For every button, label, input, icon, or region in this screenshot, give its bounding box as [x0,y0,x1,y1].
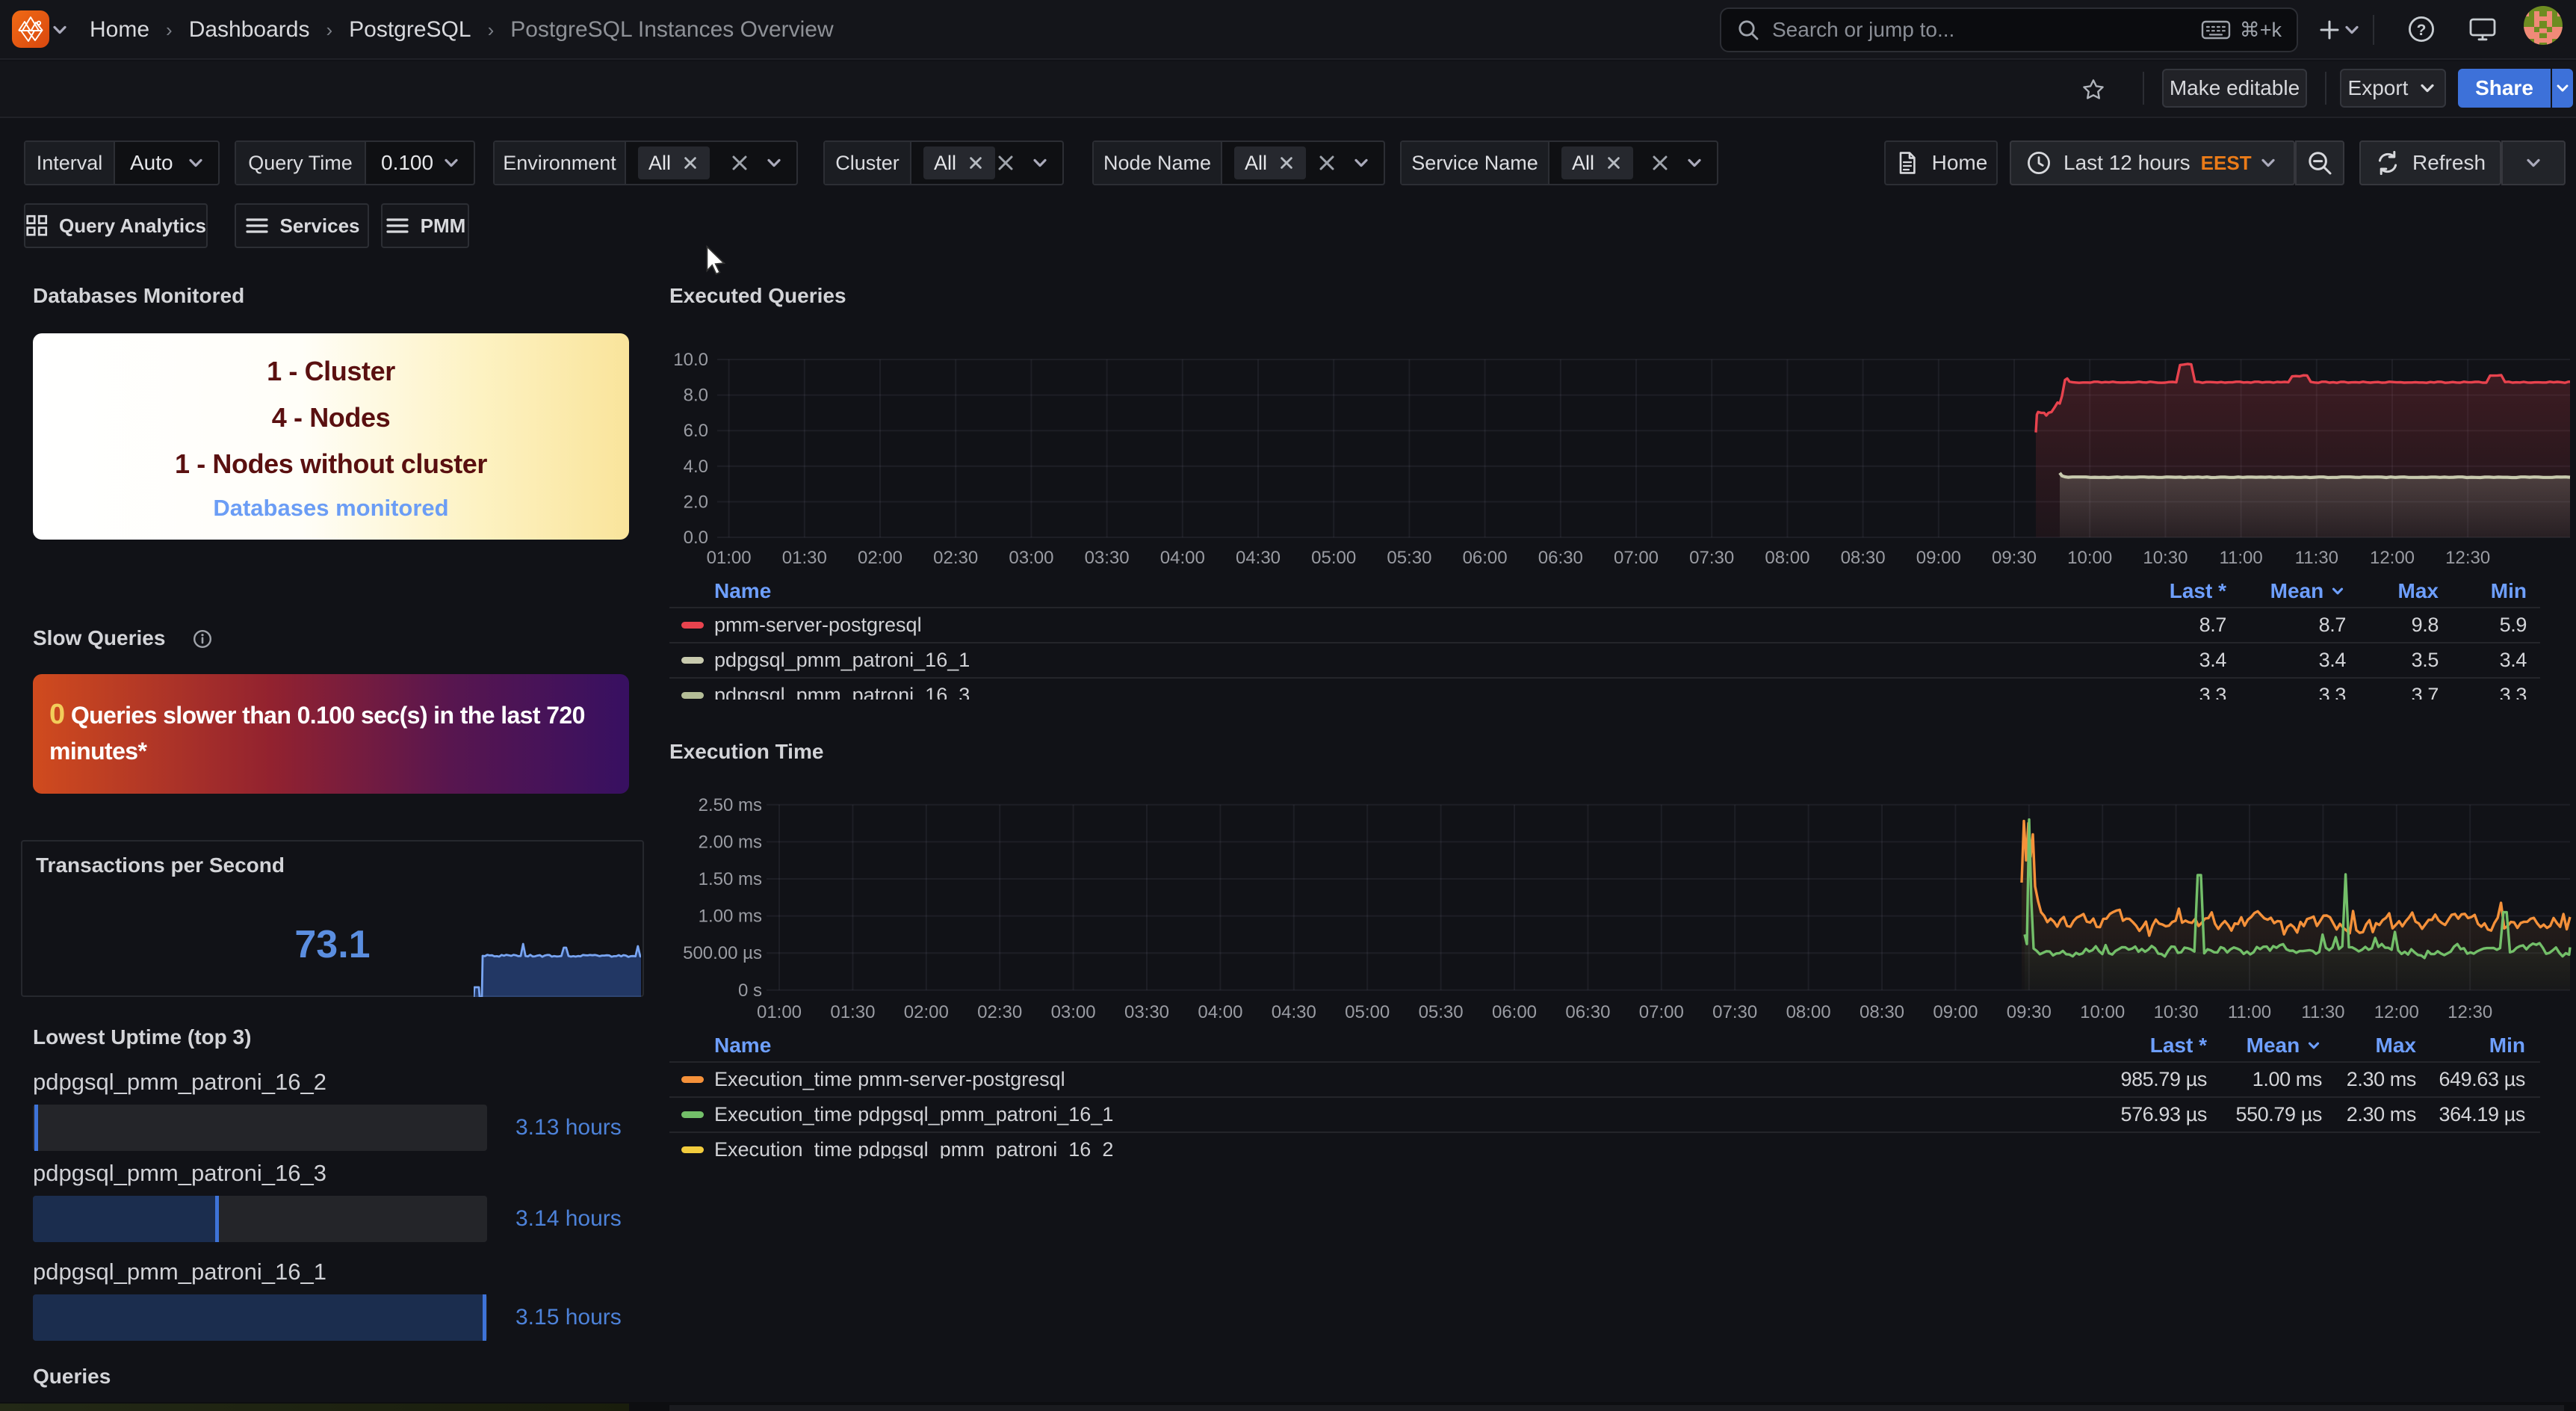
svg-text:03:00: 03:00 [1009,548,1053,568]
svg-text:07:30: 07:30 [1712,1002,1757,1022]
svg-text:07:30: 07:30 [1689,548,1734,568]
svg-text:2.0: 2.0 [684,492,708,512]
svg-text:8.0: 8.0 [684,386,708,406]
svg-text:07:00: 07:00 [1639,1002,1684,1022]
svg-text:6.0: 6.0 [684,421,708,441]
svg-text:500.00 µs: 500.00 µs [683,943,762,963]
svg-text:4.0: 4.0 [684,457,708,477]
svg-text:12:00: 12:00 [2370,548,2415,568]
svg-text:11:30: 11:30 [2301,1002,2344,1022]
svg-text:04:30: 04:30 [1272,1002,1316,1022]
svg-text:03:30: 03:30 [1124,1002,1169,1022]
svg-text:05:30: 05:30 [1387,548,1431,568]
svg-text:08:30: 08:30 [1860,1002,1904,1022]
svg-text:11:00: 11:00 [2228,1002,2271,1022]
svg-text:09:00: 09:00 [1933,1002,1978,1022]
svg-text:06:30: 06:30 [1565,1002,1610,1022]
svg-text:1.50 ms: 1.50 ms [699,869,762,889]
svg-text:03:30: 03:30 [1085,548,1130,568]
svg-text:01:00: 01:00 [757,1002,802,1022]
svg-text:04:30: 04:30 [1236,548,1281,568]
svg-text:07:00: 07:00 [1614,548,1659,568]
svg-text:2.00 ms: 2.00 ms [699,832,762,852]
svg-text:04:00: 04:00 [1198,1002,1242,1022]
svg-text:06:30: 06:30 [1538,548,1583,568]
svg-text:10:00: 10:00 [2067,548,2112,568]
svg-text:01:30: 01:30 [830,1002,875,1022]
svg-text:11:00: 11:00 [2219,548,2262,568]
svg-text:02:00: 02:00 [858,548,902,568]
svg-text:02:30: 02:30 [977,1002,1022,1022]
svg-text:04:00: 04:00 [1160,548,1205,568]
svg-text:12:00: 12:00 [2374,1002,2419,1022]
svg-text:08:30: 08:30 [1841,548,1886,568]
svg-text:10:30: 10:30 [2154,1002,2199,1022]
svg-text:11:30: 11:30 [2295,548,2338,568]
svg-text:0.0: 0.0 [684,528,708,548]
svg-text:09:00: 09:00 [1916,548,1961,568]
svg-text:09:30: 09:30 [2007,1002,2052,1022]
svg-text:02:00: 02:00 [904,1002,949,1022]
svg-text:06:00: 06:00 [1492,1002,1537,1022]
svg-text:10:30: 10:30 [2143,548,2188,568]
svg-text:12:30: 12:30 [2445,548,2490,568]
svg-text:?: ? [2417,22,2427,39]
svg-text:03:00: 03:00 [1051,1002,1096,1022]
svg-text:08:00: 08:00 [1786,1002,1831,1022]
svg-text:05:30: 05:30 [1419,1002,1464,1022]
svg-text:1.00 ms: 1.00 ms [699,907,762,927]
svg-text:10:00: 10:00 [2080,1002,2125,1022]
svg-text:09:30: 09:30 [1992,548,2037,568]
svg-text:01:00: 01:00 [707,548,752,568]
svg-text:0 s: 0 s [738,981,762,1001]
svg-text:01:30: 01:30 [782,548,827,568]
svg-text:05:00: 05:00 [1345,1002,1390,1022]
svg-text:05:00: 05:00 [1311,548,1356,568]
svg-text:08:00: 08:00 [1765,548,1809,568]
svg-text:2.50 ms: 2.50 ms [699,795,762,815]
svg-text:10.0: 10.0 [673,350,708,370]
svg-text:12:30: 12:30 [2447,1002,2492,1022]
svg-text:02:30: 02:30 [933,548,978,568]
svg-text:06:00: 06:00 [1463,548,1508,568]
